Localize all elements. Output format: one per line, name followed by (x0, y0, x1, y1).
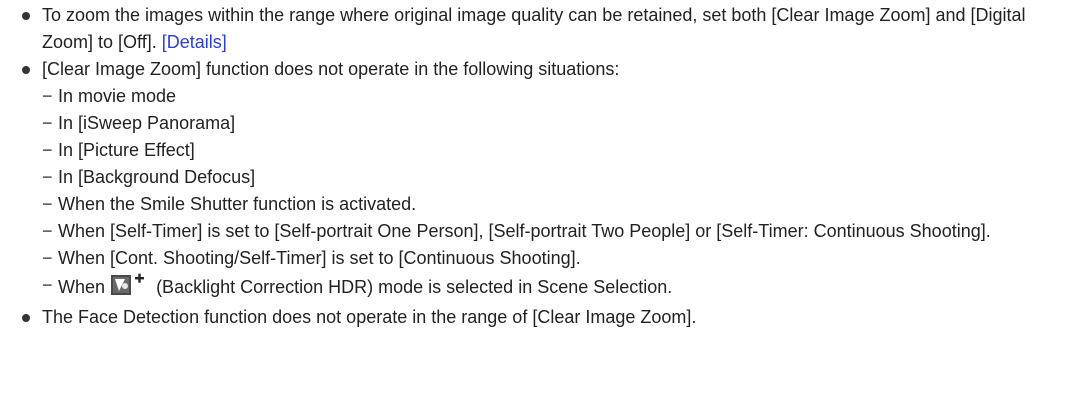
sub-list-item: − When [Self-Timer] is set to [Self-portr… (42, 218, 1079, 245)
dash-icon: − (42, 113, 53, 133)
sub-list-item: − In movie mode (42, 83, 1079, 110)
sub-list-item: − When [Cont. Shooting/Self-Timer] is set… (42, 245, 1079, 272)
dash-icon: − (42, 167, 53, 187)
sub-item-text: When [Cont. Shooting/Self-Timer] is set … (58, 248, 581, 268)
page-content: To zoom the images within the range wher… (0, 0, 1087, 331)
sub-item-text: In movie mode (58, 86, 177, 106)
sub-item-text: When [Self-Timer] is set to [Self-portra… (58, 221, 991, 241)
sub-item-text: When the Smile Shutter function is activ… (58, 194, 417, 214)
sub-item-text-after: (Backlight Correction HDR) mode is selec… (156, 277, 673, 297)
dash-icon: − (42, 221, 53, 241)
sub-item-text-before: When (58, 277, 106, 297)
list-item: The Face Detection function does not ope… (12, 304, 1079, 331)
bullet-icon (22, 314, 30, 322)
situations-list: − In movie mode − In [iSweep Panorama] − In… (42, 83, 1079, 304)
sub-list-item: − In [Picture Effect] (42, 137, 1079, 164)
sub-list-item: − When the Smile Shutter function is acti… (42, 191, 1079, 218)
sub-item-text: In [Background Defocus] (58, 167, 256, 187)
backlight-correction-hdr-icon (111, 272, 149, 304)
sub-list-item: − When (Backlight Correction HDR) mode i… (42, 272, 1079, 304)
dash-icon: − (42, 86, 53, 106)
dash-icon: − (42, 248, 53, 268)
sub-item-text: In [iSweep Panorama] (58, 113, 236, 133)
bullet-icon (22, 66, 30, 74)
note-text: [Clear Image Zoom] function does not ope… (42, 59, 620, 79)
list-item: [Clear Image Zoom] function does not ope… (12, 56, 1079, 304)
notes-list: To zoom the images within the range wher… (12, 2, 1079, 331)
bullet-icon (22, 12, 30, 20)
dash-icon: − (42, 140, 53, 160)
dash-icon: − (42, 194, 53, 214)
sub-list-item: − In [iSweep Panorama] (42, 110, 1079, 137)
note-text: The Face Detection function does not ope… (42, 307, 697, 327)
sub-list-item: − In [Background Defocus] (42, 164, 1079, 191)
sub-item-text: In [Picture Effect] (58, 140, 195, 160)
dash-icon: − (42, 275, 53, 295)
details-link[interactable]: [Details] (162, 32, 227, 52)
list-item: To zoom the images within the range wher… (12, 2, 1079, 56)
